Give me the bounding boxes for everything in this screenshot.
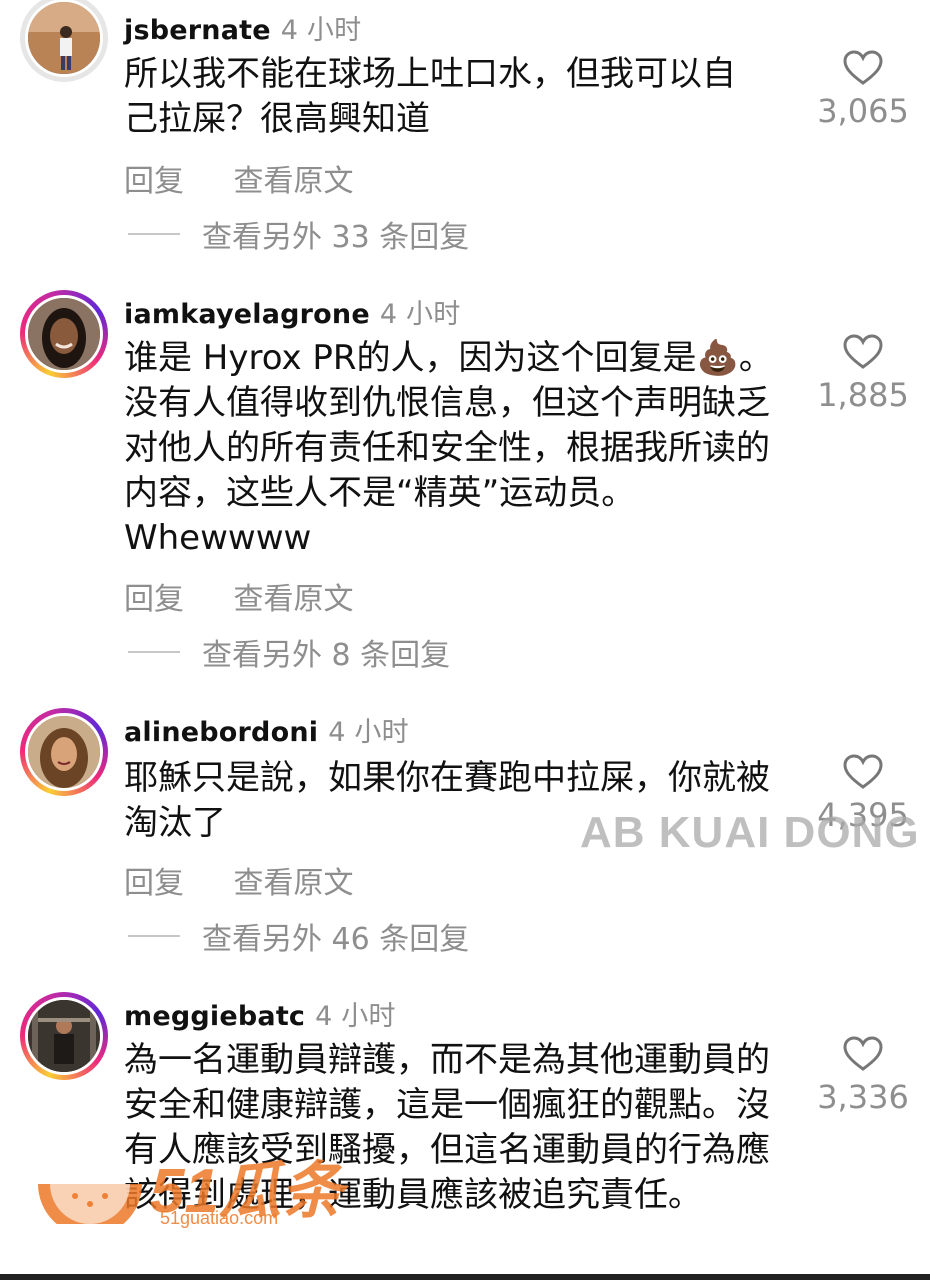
like-area: 3,065 [800, 50, 926, 130]
username-text[interactable]: iamkayelagrone [124, 299, 370, 330]
view-more-replies-label[interactable]: 查看另外 8 条回复 [202, 630, 450, 674]
timestamp: 4 小时 [379, 299, 461, 330]
view-more-replies-label[interactable]: 查看另外 33 条回复 [202, 212, 469, 256]
view-more-replies[interactable]: 查看另外 33 条回复 [128, 212, 469, 256]
like-count: 3,336 [817, 1078, 909, 1116]
like-count: 1,885 [817, 376, 909, 414]
like-count: 3,065 [817, 92, 909, 130]
username[interactable]: meggiebatc 4 小时 [124, 994, 396, 1033]
comment-actions: 回复 查看原文 [124, 156, 394, 200]
username[interactable]: jsbernate 4 小时 [124, 8, 361, 47]
username-text[interactable]: alinebordoni [124, 717, 318, 748]
avatar-image [28, 716, 100, 788]
timestamp: 4 小时 [280, 15, 362, 46]
avatar[interactable] [25, 997, 103, 1075]
divider-line [128, 935, 180, 937]
see-original-button[interactable]: 查看原文 [234, 164, 354, 199]
username-text[interactable]: meggiebatc [124, 1001, 305, 1032]
bottom-edge [0, 1274, 930, 1280]
avatar-image [28, 2, 100, 74]
reply-button[interactable]: 回复 [124, 582, 184, 617]
username-text[interactable]: jsbernate [124, 15, 271, 46]
avatar-image [28, 298, 100, 370]
divider-line [128, 233, 180, 235]
comment-actions: 回复 查看原文 [124, 574, 394, 618]
view-more-replies-label[interactable]: 查看另外 46 条回复 [202, 914, 469, 958]
like-area: 1,885 [800, 334, 926, 414]
view-more-replies[interactable]: 查看另外 8 条回复 [128, 630, 450, 674]
see-original-button[interactable]: 查看原文 [234, 582, 354, 617]
username[interactable]: iamkayelagrone 4 小时 [124, 292, 460, 331]
heart-icon[interactable] [843, 50, 883, 86]
username[interactable]: alinebordoni 4 小时 [124, 710, 409, 749]
avatar[interactable] [25, 295, 103, 373]
reply-button[interactable]: 回复 [124, 866, 184, 901]
avatar-ring[interactable] [20, 708, 108, 796]
see-original-button[interactable]: 查看原文 [234, 866, 354, 901]
timestamp: 4 小时 [315, 1001, 396, 1032]
heart-icon[interactable] [843, 334, 883, 370]
reply-button[interactable]: 回复 [124, 164, 184, 199]
heart-icon[interactable] [843, 754, 883, 790]
comment-text: 所以我不能在球场上吐口水，但我可以自己拉屎？很高興知道 [124, 54, 736, 139]
avatar-ring[interactable] [20, 0, 108, 82]
avatar-image [28, 1000, 100, 1072]
watermark-text: AB KUAI DONG [580, 808, 920, 857]
timestamp: 4 小时 [328, 717, 409, 748]
watermelon-logo-icon [38, 1184, 142, 1224]
view-more-replies[interactable]: 查看另外 46 条回复 [128, 914, 469, 958]
logo-watermark: 51瓜条 51guatiao.com [30, 1140, 360, 1230]
comment-text: 谁是 Hyrox PR的人，因为这个回复是💩。没有人值得收到仇恨信息，但这个声明… [124, 338, 773, 558]
avatar[interactable] [25, 713, 103, 791]
logo-domain-text: 51guatiao.com [160, 1208, 279, 1228]
avatar-ring[interactable] [20, 992, 108, 1080]
avatar-ring[interactable] [20, 290, 108, 378]
divider-line [128, 651, 180, 653]
avatar[interactable] [25, 0, 103, 77]
like-area: 3,336 [800, 1036, 926, 1116]
comment-actions: 回复 查看原文 [124, 858, 394, 902]
heart-icon[interactable] [843, 1036, 883, 1072]
